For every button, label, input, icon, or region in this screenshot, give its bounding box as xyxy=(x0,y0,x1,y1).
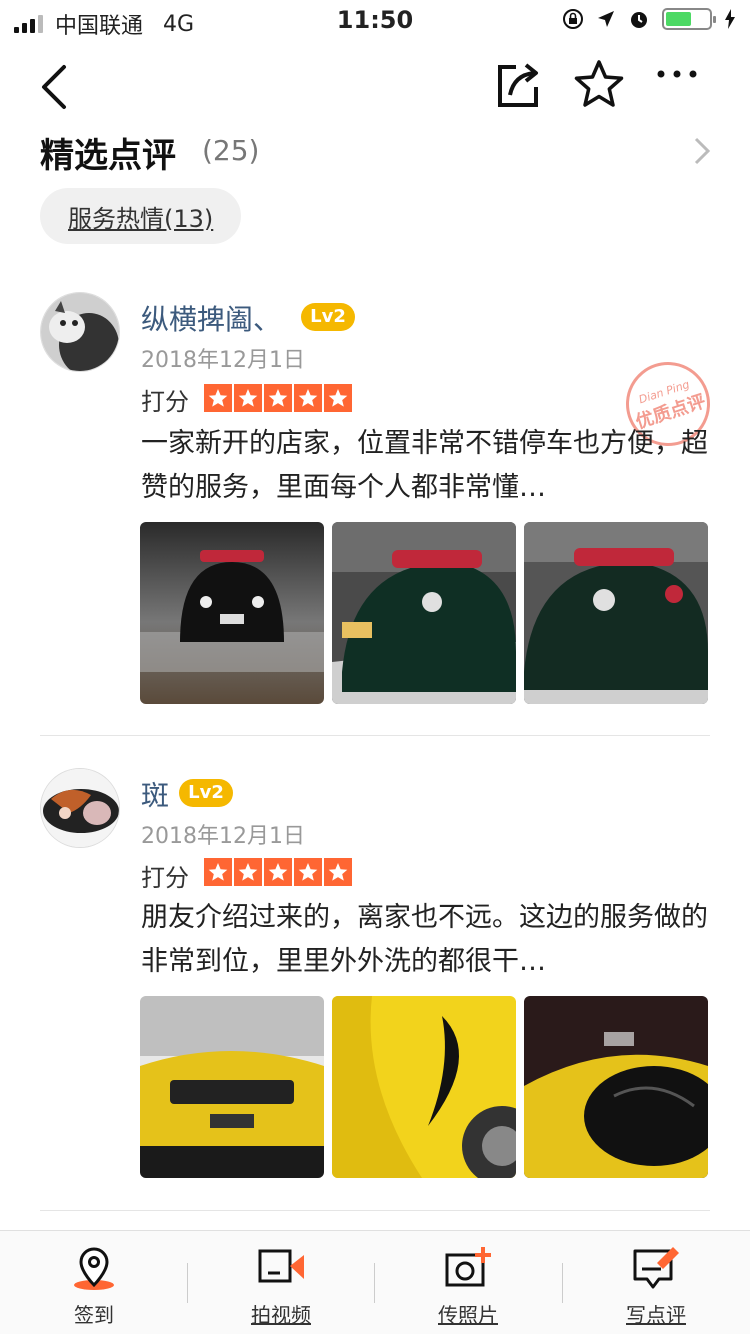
write-review-icon xyxy=(633,1247,679,1289)
favorite-star-icon[interactable] xyxy=(573,59,625,109)
tab-label: 拍视频 xyxy=(251,1303,311,1327)
review-photo[interactable] xyxy=(524,996,708,1178)
more-options-icon[interactable] xyxy=(656,69,698,79)
star-icon xyxy=(294,384,322,412)
review-photos xyxy=(140,996,708,1178)
video-camera-icon xyxy=(258,1249,304,1283)
star-rating xyxy=(204,384,352,412)
tab-label: 签到 xyxy=(74,1303,114,1327)
battery-icon xyxy=(662,8,716,30)
username[interactable]: 斑 xyxy=(141,774,169,814)
star-icon xyxy=(294,858,322,886)
review-divider xyxy=(40,735,710,736)
review-photo[interactable] xyxy=(332,522,516,704)
star-icon xyxy=(234,384,262,412)
share-icon[interactable] xyxy=(496,61,542,109)
chevron-right-icon[interactable] xyxy=(692,136,712,166)
tab-checkin[interactable]: 签到 xyxy=(0,1231,188,1334)
star-rating xyxy=(204,858,352,886)
location-pin-icon xyxy=(74,1247,114,1290)
review-photo[interactable] xyxy=(524,522,708,704)
photo-camera-icon xyxy=(445,1247,491,1287)
review-text[interactable]: 朋友介绍过来的，离家也不远。这边的服务做的非常到位，里里外外洗的都很干… xyxy=(141,896,711,984)
review-photo[interactable] xyxy=(140,996,324,1178)
status-bar: 中国联通 4G 11:50 xyxy=(0,0,750,40)
tab-label: 传照片 xyxy=(438,1303,498,1327)
star-icon xyxy=(324,384,352,412)
review-photo[interactable] xyxy=(332,996,516,1178)
tab-photo[interactable]: 传照片 xyxy=(374,1231,562,1334)
username[interactable]: 纵横捭阖、 xyxy=(141,298,281,338)
review-date: 2018年12月1日 xyxy=(141,824,305,849)
tab-write-review[interactable]: 写点评 xyxy=(562,1231,750,1334)
score-label: 打分 xyxy=(141,864,189,892)
nav-bar xyxy=(0,55,750,115)
star-icon xyxy=(264,384,292,412)
review-divider xyxy=(40,1210,710,1211)
tab-label: 写点评 xyxy=(626,1303,686,1327)
star-icon xyxy=(204,384,232,412)
back-arrow-icon[interactable] xyxy=(36,63,72,111)
avatar[interactable] xyxy=(40,768,120,848)
avatar[interactable] xyxy=(40,292,120,372)
star-icon xyxy=(234,858,262,886)
review-tag-filter[interactable]: 服务热情(13) xyxy=(40,188,242,244)
level-badge: Lv2 xyxy=(179,779,233,807)
star-icon xyxy=(264,858,292,886)
location-arrow-icon xyxy=(598,11,614,27)
review-date: 2018年12月1日 xyxy=(141,348,305,373)
review-photos xyxy=(140,522,708,704)
star-icon xyxy=(324,858,352,886)
section-title: 精选点评 xyxy=(40,136,176,176)
charging-icon xyxy=(725,9,735,29)
star-icon xyxy=(204,858,232,886)
review-text[interactable]: 一家新开的店家，位置非常不错停车也方便，超赞的服务，里面每个人都非常懂… xyxy=(141,422,711,510)
level-badge: Lv2 xyxy=(301,303,355,331)
section-count: (25) xyxy=(202,134,260,167)
score-label: 打分 xyxy=(141,388,189,416)
tab-video[interactable]: 拍视频 xyxy=(187,1231,375,1334)
alarm-icon xyxy=(631,12,647,28)
bottom-tab-bar: 签到 拍视频 传照片 写点评 xyxy=(0,1230,750,1334)
review-photo[interactable] xyxy=(140,522,324,704)
orientation-lock-icon xyxy=(563,9,583,29)
